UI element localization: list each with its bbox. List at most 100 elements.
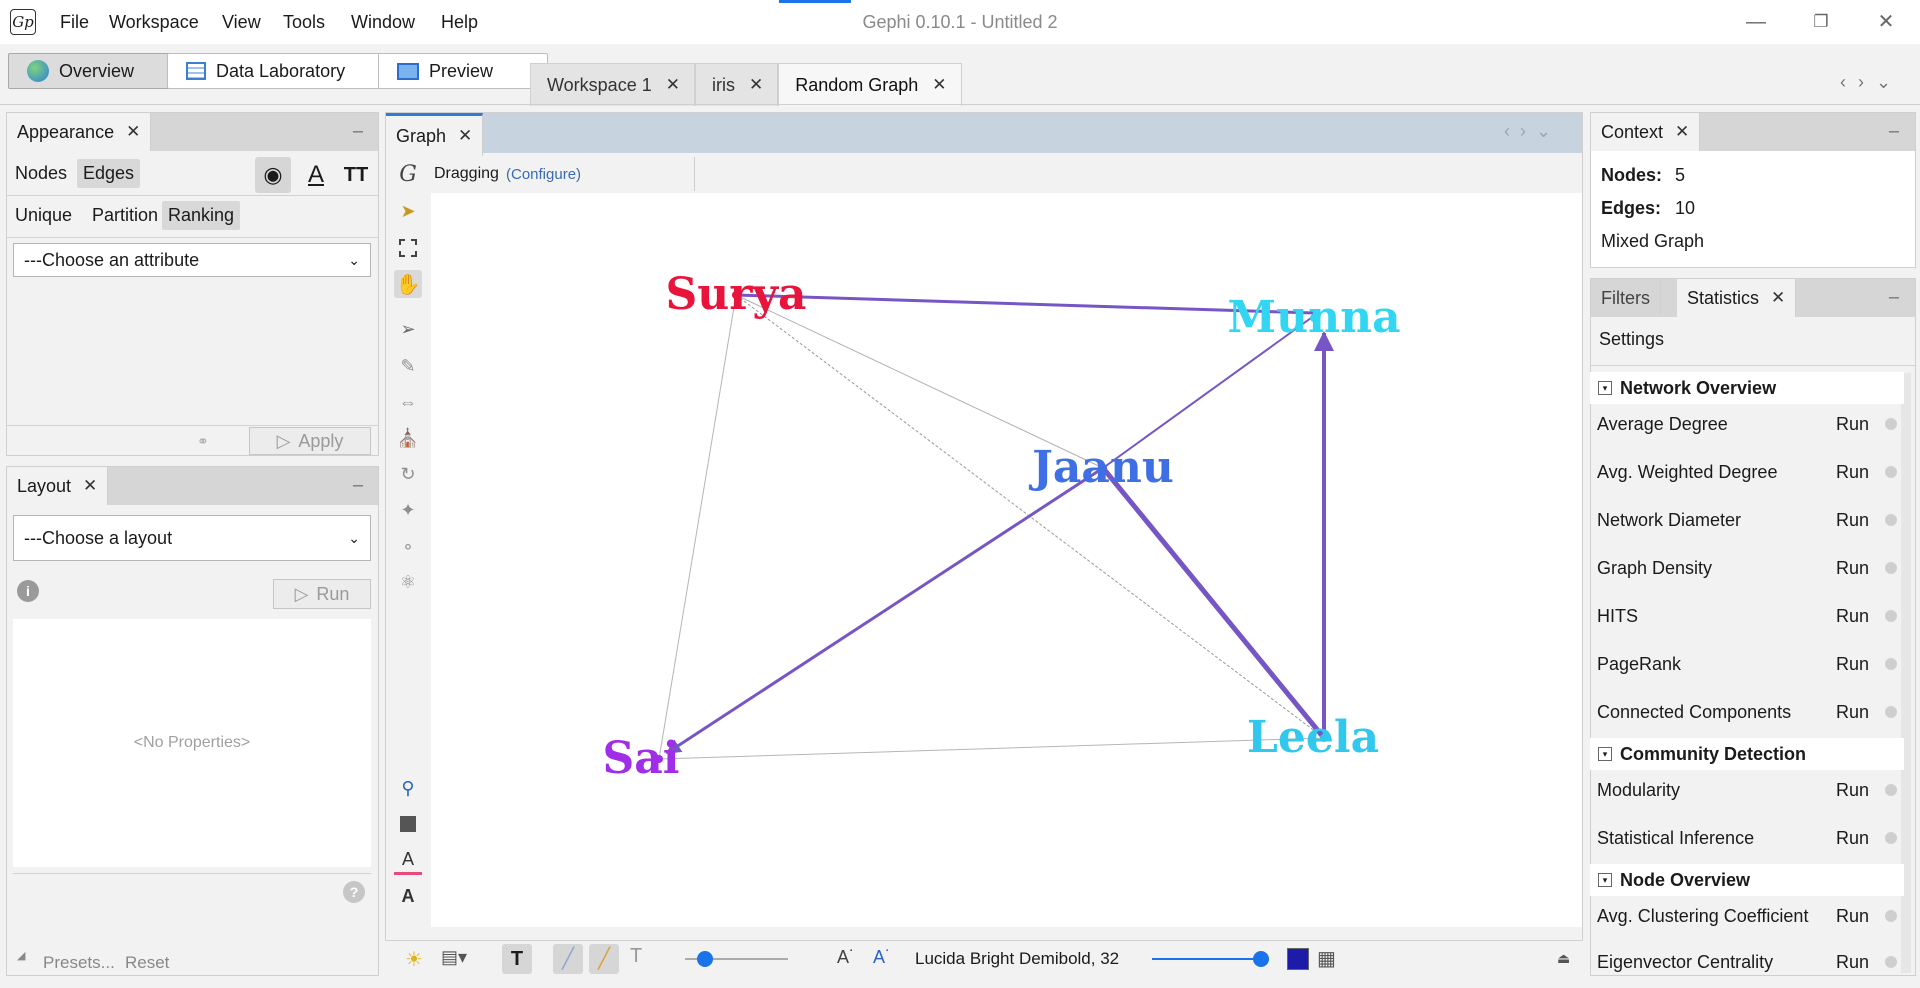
run-button[interactable]: Run [1836, 414, 1869, 434]
run-button[interactable]: Run [1836, 606, 1869, 626]
label-color-icon[interactable]: A [301, 157, 331, 193]
tab-workspace-1[interactable]: Workspace 1 ✕ [530, 63, 695, 106]
minimize-panel-icon[interactable]: ─ [1889, 123, 1899, 139]
partition-tab[interactable]: Partition [86, 201, 164, 230]
size-icon[interactable]: ⇔ [394, 388, 422, 416]
help-dot-icon[interactable] [1885, 513, 1897, 526]
help-icon[interactable]: ? [343, 881, 365, 903]
preview-button[interactable]: Preview [378, 53, 548, 89]
close-icon[interactable]: ✕ [458, 126, 472, 146]
settings-link[interactable]: Settings [1599, 329, 1664, 350]
show-edges-icon[interactable]: ╱ [553, 944, 583, 974]
clipboard-icon[interactable]: ▦ [1317, 946, 1336, 971]
run-button[interactable]: Run [1836, 952, 1869, 972]
label-color-tool-icon[interactable]: A [394, 846, 422, 875]
tab-appearance[interactable]: Appearance ✕ [7, 113, 152, 151]
help-dot-icon[interactable] [1885, 956, 1897, 968]
layout-run-button[interactable]: ▷ Run [273, 579, 371, 609]
color-palette-icon[interactable]: ◉ [255, 157, 291, 193]
reset-link[interactable]: Reset [125, 953, 169, 973]
ranking-tab[interactable]: Ranking [162, 201, 241, 230]
help-dot-icon[interactable] [1885, 417, 1897, 430]
edge-color-icon[interactable]: ╱ [589, 944, 619, 974]
background-color-icon[interactable] [394, 810, 422, 838]
restore-icon[interactable]: ❐ [1807, 8, 1835, 36]
label-scale-thumb[interactable] [1253, 951, 1269, 967]
tab-iris[interactable]: iris ✕ [694, 63, 779, 106]
tab-filters[interactable]: Filters [1591, 279, 1661, 317]
run-button[interactable]: Run [1836, 462, 1869, 482]
label-color-swatch[interactable] [1287, 948, 1309, 970]
collapse-icon[interactable]: ▾ [1598, 873, 1612, 887]
close-icon[interactable]: ✕ [1675, 122, 1689, 142]
chain-icon[interactable]: ⚭ [197, 433, 209, 450]
close-icon[interactable]: ✕ [1771, 288, 1785, 308]
run-button[interactable]: Run [1836, 510, 1869, 530]
layout-select[interactable]: ---Choose a layout ⌄ [13, 515, 371, 561]
graph-tab-nav-icons[interactable]: ‹›⌄ [1504, 121, 1561, 142]
close-window-icon[interactable]: ✕ [1872, 8, 1900, 36]
run-button[interactable]: Run [1836, 828, 1869, 848]
minimize-panel-icon[interactable]: ─ [353, 123, 363, 139]
run-button[interactable]: Run [1836, 558, 1869, 578]
show-labels-icon[interactable]: T [502, 944, 532, 974]
label-scale-slider[interactable] [1152, 958, 1267, 960]
help-dot-icon[interactable] [1885, 561, 1897, 574]
label-font-tool-icon[interactable]: A [394, 882, 422, 910]
minimize-panel-icon[interactable]: ─ [353, 477, 363, 493]
brush-icon[interactable]: ✎ [394, 352, 422, 380]
nodes-toggle[interactable]: Nodes [9, 159, 73, 188]
info-icon[interactable]: i [17, 580, 39, 602]
help-dot-icon[interactable] [1885, 705, 1897, 718]
run-button[interactable]: Run [1836, 906, 1869, 926]
help-dot-icon[interactable] [1885, 657, 1897, 670]
rectangle-select-icon[interactable] [394, 234, 422, 262]
help-dot-icon[interactable] [1885, 609, 1897, 622]
tab-nav-icons[interactable]: ‹›⌄ [1840, 72, 1903, 93]
edge-scale-thumb[interactable] [697, 951, 713, 967]
close-icon[interactable]: ✕ [666, 75, 680, 95]
zoom-icon[interactable]: ⚲ [394, 774, 422, 802]
select-arrow-icon[interactable]: ➤ [394, 197, 422, 225]
text-size-icon[interactable]: T [630, 945, 642, 968]
help-dot-icon[interactable] [1885, 465, 1897, 478]
tab-graph[interactable]: Graph ✕ [386, 113, 484, 156]
eject-icon[interactable]: ⏏ [1557, 950, 1570, 967]
tab-layout[interactable]: Layout ✕ [7, 467, 109, 505]
minimize-panel-icon[interactable]: ─ [1889, 289, 1899, 305]
label-size-icon[interactable]: TT [339, 157, 373, 193]
help-dot-icon[interactable] [1885, 909, 1897, 922]
close-icon[interactable]: ✕ [932, 75, 946, 95]
screenshot-icon[interactable]: ▤▾ [441, 947, 467, 968]
run-button[interactable]: Run [1836, 702, 1869, 722]
tab-context[interactable]: Context ✕ [1591, 113, 1701, 151]
add-node-icon[interactable]: ✦ [394, 496, 422, 524]
font-label[interactable]: Lucida Bright Demibold, 32 [915, 949, 1119, 969]
shortest-path-icon[interactable]: ⚛ [394, 568, 422, 596]
collapse-icon[interactable]: ▾ [1598, 747, 1612, 761]
attribute-select[interactable]: ---Choose an attribute ⌄ [13, 243, 371, 277]
drag-hand-icon[interactable]: ✋ [394, 270, 422, 298]
tab-statistics[interactable]: Statistics ✕ [1677, 279, 1797, 317]
close-icon[interactable]: ✕ [126, 122, 140, 142]
run-button[interactable]: Run [1836, 654, 1869, 674]
edit-node-icon[interactable]: ➢ [394, 315, 422, 343]
painter-icon[interactable]: ⛪ [394, 424, 422, 452]
presets-link[interactable]: Presets... [43, 953, 115, 973]
apply-button[interactable]: ▷ Apply [249, 427, 371, 455]
font-size-down-icon[interactable]: A˙ [837, 947, 855, 968]
unique-tab[interactable]: Unique [9, 201, 78, 230]
tab-random-graph[interactable]: Random Graph ✕ [778, 63, 962, 106]
run-button[interactable]: Run [1836, 780, 1869, 800]
help-dot-icon[interactable] [1885, 783, 1897, 796]
collapse-icon[interactable]: ▾ [1598, 381, 1612, 395]
lightbulb-icon[interactable]: ☀ [405, 947, 423, 972]
font-size-up-icon[interactable]: A˙ [873, 947, 891, 968]
configure-link[interactable]: (Configure) [506, 166, 581, 183]
graph-canvas[interactable]: Surya Munna Jaanu Leela Sai [431, 193, 1582, 927]
close-icon[interactable]: ✕ [749, 75, 763, 95]
add-edge-icon[interactable]: ∘ [394, 532, 422, 560]
help-dot-icon[interactable] [1885, 831, 1897, 844]
rotate-icon[interactable]: ↻ [394, 460, 422, 488]
edges-toggle[interactable]: Edges [77, 159, 141, 188]
